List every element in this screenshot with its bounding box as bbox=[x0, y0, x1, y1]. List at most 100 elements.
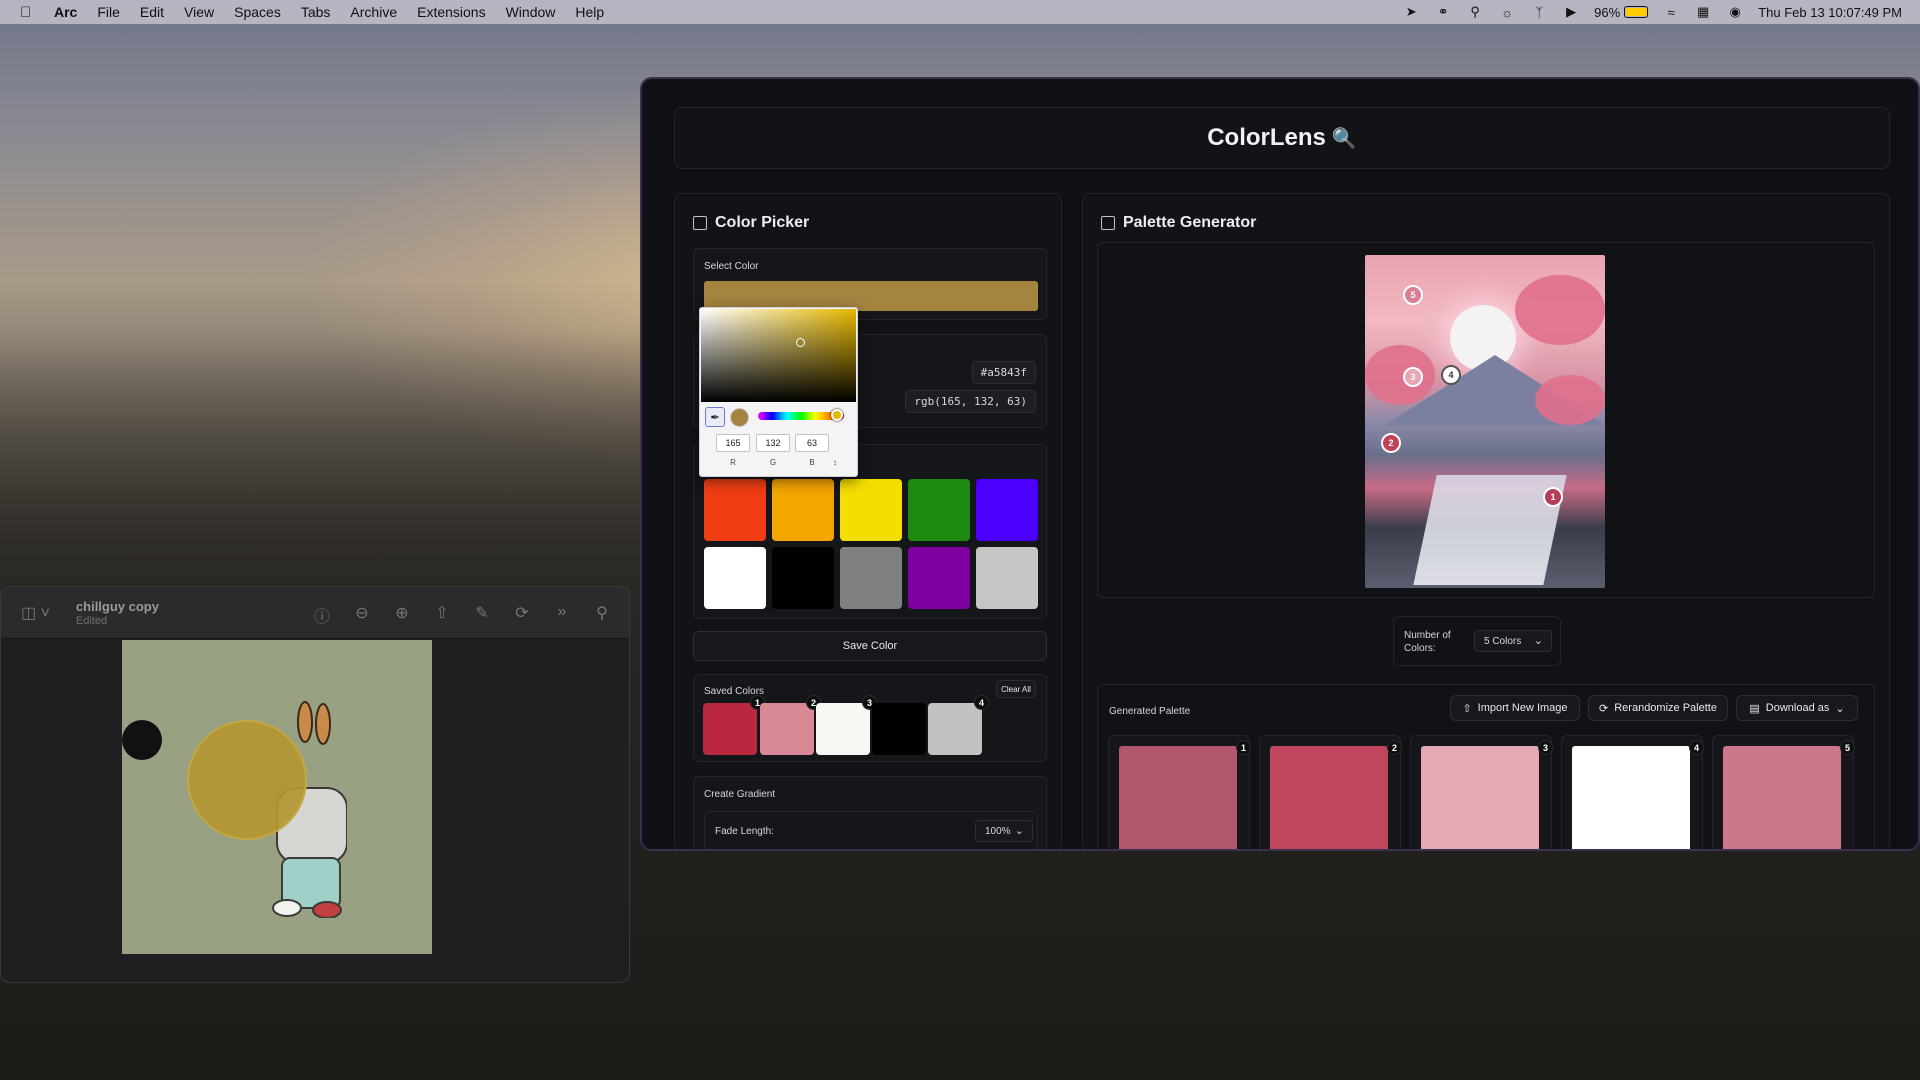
uploaded-artwork[interactable]: 1 2 3 4 5 bbox=[1365, 255, 1605, 588]
menu-help[interactable]: Help bbox=[575, 4, 604, 20]
zoom-out-icon[interactable]: ⊖ bbox=[353, 603, 371, 627]
color-picker-heading: Color Picker bbox=[715, 214, 810, 231]
preset-swatch[interactable] bbox=[772, 547, 834, 609]
saved-swatch[interactable] bbox=[760, 703, 814, 755]
menu-app-name[interactable]: Arc bbox=[54, 4, 77, 20]
preset-swatch[interactable] bbox=[772, 479, 834, 541]
number-of-colors-select[interactable]: 5 Colors ⌄ bbox=[1474, 630, 1552, 652]
format-toggle-icon[interactable]: ↕ bbox=[818, 458, 852, 467]
palette-swatch[interactable] bbox=[1119, 746, 1237, 849]
apple-icon[interactable]:  bbox=[20, 4, 36, 21]
palette-swatch[interactable] bbox=[1572, 746, 1690, 849]
zoom-in-icon[interactable]: ⊕ bbox=[393, 603, 411, 627]
bluetooth-icon[interactable]: ᛉ bbox=[1530, 5, 1548, 20]
saved-swatch-badge: 4 bbox=[974, 695, 989, 710]
search-icon[interactable]: ⚲ bbox=[593, 603, 611, 627]
saved-swatch[interactable] bbox=[928, 703, 982, 755]
hue-slider-handle[interactable] bbox=[831, 409, 843, 421]
location-icon[interactable]: ➤ bbox=[1402, 4, 1420, 19]
palette-card[interactable]: 2 bbox=[1259, 735, 1402, 849]
palette-card[interactable]: 1 bbox=[1108, 735, 1251, 849]
creative-cloud-icon[interactable]: ⚭ bbox=[1434, 4, 1452, 19]
palette-generator-panel: Palette Generator 1 2 3 4 5 Number of Co… bbox=[1082, 193, 1890, 849]
eyedropper-icon[interactable]: ✒ bbox=[705, 407, 725, 427]
sidebar-icon[interactable]: ◫ ˅ bbox=[21, 603, 50, 623]
fade-length-label: Fade Length: bbox=[715, 826, 774, 837]
control-center-icon[interactable]: ▦ bbox=[1694, 4, 1712, 19]
chevron-down-icon: ⌄ bbox=[1533, 635, 1543, 647]
file-icon: ▤ bbox=[1749, 702, 1760, 715]
artwork-blossom bbox=[1515, 275, 1605, 345]
preset-swatch[interactable] bbox=[908, 479, 970, 541]
battery-fill bbox=[1626, 8, 1648, 16]
menu-extensions[interactable]: Extensions bbox=[417, 4, 485, 20]
saved-swatch[interactable] bbox=[872, 703, 926, 755]
siri-icon[interactable]: ◉ bbox=[1726, 4, 1744, 19]
rgb-value[interactable]: rgb(165, 132, 63) bbox=[905, 390, 1036, 413]
battery-indicator[interactable]: 96% bbox=[1594, 5, 1649, 20]
menubar-clock[interactable]: Thu Feb 13 10:07:49 PM bbox=[1758, 5, 1902, 20]
palette-card-badge: 4 bbox=[1689, 740, 1704, 755]
menu-window[interactable]: Window bbox=[506, 4, 556, 20]
rerandomize-palette-button[interactable]: ⟳ Rerandomize Palette bbox=[1588, 695, 1728, 721]
rotate-icon[interactable]: ⟳ bbox=[513, 603, 531, 627]
palette-card[interactable]: 3 bbox=[1410, 735, 1553, 849]
brightness-icon[interactable]: ☼ bbox=[1498, 5, 1516, 20]
red-input[interactable]: 165 bbox=[716, 434, 750, 452]
select-color-label: Select Color bbox=[704, 261, 759, 272]
menu-archive[interactable]: Archive bbox=[350, 4, 397, 20]
palette-card[interactable]: 5 bbox=[1712, 735, 1855, 849]
wifi-icon[interactable]: ≈ bbox=[1662, 5, 1680, 20]
menu-edit[interactable]: Edit bbox=[140, 4, 164, 20]
clear-all-button[interactable]: Clear All bbox=[996, 680, 1036, 698]
preset-swatch[interactable] bbox=[908, 547, 970, 609]
info-icon[interactable]: ⓘ bbox=[313, 603, 331, 627]
preset-swatch[interactable] bbox=[704, 479, 766, 541]
generated-palette-box: Generated Palette ⇧ Import New Image ⟳ R… bbox=[1097, 684, 1875, 849]
palette-swatch[interactable] bbox=[1270, 746, 1388, 849]
preset-swatch[interactable] bbox=[976, 479, 1038, 541]
preview-window: ◫ ˅ chillguy copy Edited ⓘ ⊖ ⊕ ⇧ ✎ ⟳ » ⚲ bbox=[0, 586, 630, 983]
preset-swatch[interactable] bbox=[840, 479, 902, 541]
share-icon[interactable]: ⇧ bbox=[433, 603, 451, 627]
palette-swatch[interactable] bbox=[1723, 746, 1841, 849]
saved-swatch[interactable] bbox=[816, 703, 870, 755]
hex-value[interactable]: #a5843f bbox=[971, 361, 1036, 384]
blue-input[interactable]: 63 bbox=[795, 434, 829, 452]
palette-card-badge: 1 bbox=[1236, 740, 1251, 755]
menu-tabs[interactable]: Tabs bbox=[301, 4, 331, 20]
palette-pin[interactable]: 5 bbox=[1403, 285, 1423, 305]
saturation-value-area[interactable] bbox=[701, 309, 856, 402]
preset-swatch[interactable] bbox=[704, 547, 766, 609]
palette-card[interactable]: 4 bbox=[1561, 735, 1704, 849]
color-loupe[interactable] bbox=[187, 720, 307, 840]
palette-card-badge: 5 bbox=[1840, 740, 1855, 755]
spotlight-icon[interactable]: ⚲ bbox=[1466, 4, 1484, 19]
palette-pin[interactable]: 3 bbox=[1403, 367, 1423, 387]
refresh-icon: ⟳ bbox=[1599, 702, 1609, 715]
more-icon[interactable]: » bbox=[553, 603, 571, 627]
saturation-cursor[interactable] bbox=[796, 338, 805, 347]
palette-pin[interactable]: 2 bbox=[1381, 433, 1401, 453]
import-new-image-button[interactable]: ⇧ Import New Image bbox=[1450, 695, 1580, 721]
number-of-colors-label: Number of Colors: bbox=[1404, 630, 1451, 654]
green-input[interactable]: 132 bbox=[756, 434, 790, 452]
fade-length-select[interactable]: 100% ⌄ bbox=[975, 820, 1033, 842]
menu-file[interactable]: File bbox=[97, 4, 120, 20]
palette-pin[interactable]: 1 bbox=[1543, 487, 1563, 507]
preset-swatch[interactable] bbox=[976, 547, 1038, 609]
generated-palette-label: Generated Palette bbox=[1109, 706, 1191, 717]
menu-view[interactable]: View bbox=[184, 4, 214, 20]
preset-swatch[interactable] bbox=[840, 547, 902, 609]
markup-icon[interactable]: ✎ bbox=[473, 603, 491, 627]
document-title: chillguy copy Edited bbox=[76, 599, 159, 627]
palette-pin[interactable]: 4 bbox=[1441, 365, 1461, 385]
save-color-button[interactable]: Save Color bbox=[693, 631, 1047, 661]
download-as-button[interactable]: ▤ Download as ⌄ bbox=[1736, 695, 1858, 721]
saved-swatch[interactable] bbox=[703, 703, 757, 755]
menu-spaces[interactable]: Spaces bbox=[234, 4, 281, 20]
download-as-label: Download as bbox=[1765, 702, 1830, 714]
palette-swatch[interactable] bbox=[1421, 746, 1539, 849]
app-title: ColorLens bbox=[1207, 124, 1326, 151]
play-icon[interactable]: ▶ bbox=[1562, 4, 1580, 19]
